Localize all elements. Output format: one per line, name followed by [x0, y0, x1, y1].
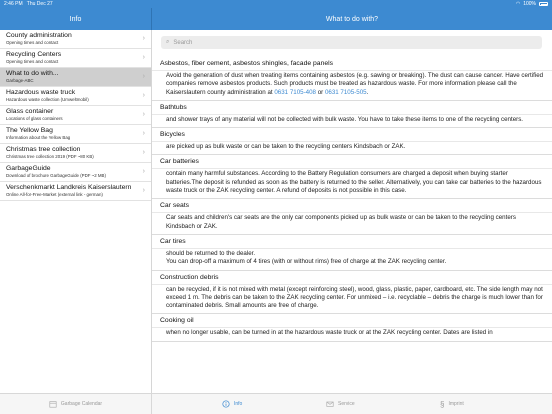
entry-cooking-oil: Cooking oil when no longer usable, can b… [152, 314, 552, 342]
chevron-right-icon: › [142, 54, 145, 61]
sidebar-item-subtitle: Hazardous waste collection (Umweltmobil) [6, 97, 89, 102]
sidebar-item-subtitle: Opening times and contact [6, 59, 59, 64]
entry-body: are picked up as bulk waste or can be ta… [152, 141, 552, 154]
sidebar-item-county-administration[interactable]: County administration Opening times and … [0, 30, 151, 49]
chevron-right-icon: › [142, 168, 145, 175]
main-panel: ⌕ Search Asbestos, fiber cement, asbesto… [152, 30, 552, 393]
search-field[interactable]: ⌕ Search [161, 36, 542, 49]
sidebar-item-verschenkmarkt[interactable]: Verschenkmarkt Landkreis Kaiserslautern … [0, 182, 151, 201]
sidebar-item-title: GarbageGuide [6, 165, 51, 172]
calendar-icon [49, 401, 57, 408]
sidebar-item-title: Glass container [6, 108, 54, 115]
entry-body: should be returned to the dealer. You ca… [152, 247, 552, 270]
sidebar-item-title: What to do with... [6, 70, 59, 77]
entry-heading: Bicycles [160, 131, 185, 139]
sidebar-item-hazardous-waste-truck[interactable]: Hazardous waste truck Hazardous waste co… [0, 87, 151, 106]
tab-bar: Garbage Calendar Info Service § Imprint [0, 393, 552, 414]
sidebar-item-subtitle: Christmas tree collection 2019 (PDF ~80 … [6, 154, 94, 159]
entry-body-text: . [366, 88, 369, 96]
entry-body: contain many harmful substances. Accordi… [152, 168, 552, 198]
status-time: 2:46 PM [4, 1, 23, 7]
search-placeholder: Search [173, 39, 193, 46]
entry-body: Avoid the generation of dust when treati… [152, 70, 552, 100]
chevron-right-icon: › [142, 187, 145, 194]
chevron-right-icon: › [142, 149, 145, 156]
entry-construction-debris: Construction debris can be recycled, if … [152, 271, 552, 315]
section-icon: § [440, 399, 445, 409]
entry-heading: Construction debris [160, 273, 219, 281]
info-icon [222, 400, 230, 408]
tab-garbage-calendar[interactable]: Garbage Calendar [0, 394, 152, 414]
tab-imprint[interactable]: § Imprint [440, 394, 464, 414]
entry-body-text: or [315, 88, 325, 96]
sidebar-item-subtitle: Garbage-ABC [6, 78, 34, 83]
entry-body: Car seats and children's car seats are t… [152, 212, 552, 234]
sidebar-item-title: Christmas tree collection [6, 146, 81, 153]
wifi-icon: ◠ [515, 1, 521, 7]
tab-service[interactable]: Service [326, 394, 355, 414]
sidebar-item-recycling-centers[interactable]: Recycling Centers Opening times and cont… [0, 49, 151, 68]
chevron-right-icon: › [142, 35, 145, 42]
sidebar-item-title: Recycling Centers [6, 51, 62, 58]
sidebar-item-title: Verschenkmarkt Landkreis Kaiserslautern [6, 184, 132, 191]
entry-car-tires: Car tires should be returned to the deal… [152, 235, 552, 271]
sidebar-item-garbage-guide[interactable]: GarbageGuide Download of brochure Garbag… [0, 163, 151, 182]
status-date: Thu Dec 27 [26, 1, 53, 7]
main-title: What to do with? [325, 15, 379, 23]
sidebar-item-subtitle: Online All-for-Free-Market (external lin… [6, 192, 103, 197]
entry-bicycles: Bicycles are picked up as bulk waste or … [152, 128, 552, 156]
sidebar-item-title: Hazardous waste truck [6, 89, 76, 96]
battery-icon [539, 2, 548, 6]
entry-bathtubs: Bathtubs and shower trays of any materia… [152, 101, 552, 129]
sidebar-item-glass-container[interactable]: Glass container Locations of glass conta… [0, 106, 151, 125]
sidebar-title: Info [69, 15, 82, 23]
tab-label: Info [234, 401, 243, 407]
tab-info[interactable]: Info [222, 394, 242, 414]
chevron-right-icon: › [142, 73, 145, 80]
sidebar-item-subtitle: Locations of glass containers [6, 116, 63, 121]
tab-label: Service [338, 401, 355, 407]
chevron-right-icon: › [142, 111, 145, 118]
entry-car-batteries: Car batteries contain many harmful subst… [152, 155, 552, 200]
status-bar: 2:46 PM Thu Dec 27 ◠ 100% [0, 0, 552, 8]
entry-heading: Car batteries [160, 158, 199, 166]
sidebar-item-what-to-do-with[interactable]: What to do with... Garbage-ABC › [0, 68, 151, 87]
entry-body: when no longer usable, can be turned in … [152, 327, 552, 340]
sidebar-item-subtitle: Download of brochure GarbageGuide (PDF ~… [6, 173, 106, 178]
entry-asbestos: Asbestos, fiber cement, asbestos shingle… [152, 57, 552, 101]
entry-heading: Car tires [160, 237, 186, 245]
tab-label: Garbage Calendar [60, 401, 103, 407]
tab-label: Imprint [448, 401, 464, 407]
entry-heading: Car seats [160, 202, 190, 210]
phone-link[interactable]: 0631 7105-505 [325, 89, 367, 96]
mail-icon [326, 401, 334, 407]
entry-heading: Asbestos, fiber cement, asbestos shingle… [160, 60, 334, 67]
main-header: What to do with? [152, 8, 552, 30]
sidebar-item-christmas-tree[interactable]: Christmas tree collection Christmas tree… [0, 144, 151, 163]
battery-percent: 100% [523, 1, 536, 7]
phone-link[interactable]: 0631 7105-408 [274, 89, 316, 96]
sidebar: County administration Opening times and … [0, 30, 152, 393]
sidebar-header: Info [0, 8, 152, 30]
chevron-right-icon: › [142, 130, 145, 137]
entry-car-seats: Car seats Car seats and children's car s… [152, 199, 552, 235]
entry-list: Asbestos, fiber cement, asbestos shingle… [152, 57, 552, 342]
chevron-right-icon: › [142, 92, 145, 99]
sidebar-item-title: The Yellow Bag [6, 127, 53, 134]
sidebar-item-subtitle: Opening times and contact [6, 40, 59, 45]
entry-body: can be recycled, if it is not mixed with… [152, 283, 552, 314]
status-right: ◠ 100% [516, 1, 548, 7]
entry-body: and shower trays of any material will no… [152, 113, 552, 127]
entry-heading: Bathtubs [160, 103, 187, 111]
sidebar-item-subtitle: Information about the Yellow Bag [6, 135, 71, 140]
entry-heading: Cooking oil [160, 317, 194, 325]
search-icon: ⌕ [166, 39, 170, 45]
status-time-date: 2:46 PM Thu Dec 27 [4, 1, 53, 7]
sidebar-item-title: County administration [6, 32, 72, 39]
sidebar-item-yellow-bag[interactable]: The Yellow Bag Information about the Yel… [0, 125, 151, 144]
